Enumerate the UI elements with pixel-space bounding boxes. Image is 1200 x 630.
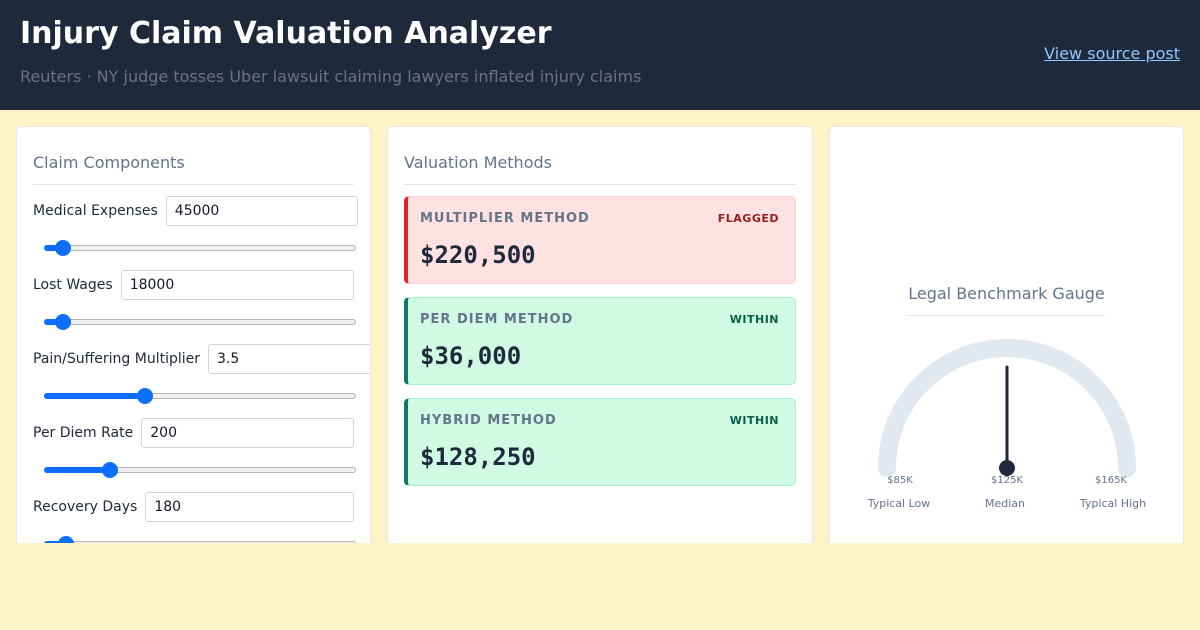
slider-thumb[interactable]: [54, 314, 71, 330]
slider-track: [44, 245, 356, 251]
gauge-tick-median-value: $125K: [991, 475, 1023, 486]
slider-thumb[interactable]: [57, 536, 74, 543]
method-value: $220,500: [420, 241, 536, 269]
per-diem-method-card: PER DIEM METHOD WITHIN $36,000: [404, 297, 796, 385]
method-value: $128,250: [420, 443, 536, 471]
pain-suffering-slider[interactable]: [44, 388, 356, 404]
recovery-days-row: Recovery Days: [33, 492, 354, 522]
per-diem-rate-label: Per Diem Rate: [33, 425, 134, 441]
slider-thumb[interactable]: [54, 240, 71, 256]
method-name: HYBRID METHOD: [420, 413, 557, 428]
lost-wages-input[interactable]: [120, 270, 354, 300]
medical-expenses-slider[interactable]: [44, 240, 356, 256]
app-subtitle: Reuters · NY judge tosses Uber lawsuit c…: [20, 67, 642, 86]
claim-components-title: Claim Components: [33, 153, 354, 185]
hybrid-method-card: HYBRID METHOD WITHIN $128,250: [404, 398, 796, 486]
app-title: Injury Claim Valuation Analyzer: [20, 16, 552, 51]
per-diem-rate-slider[interactable]: [44, 462, 356, 478]
method-value: $36,000: [420, 342, 522, 370]
status-badge: FLAGGED: [717, 212, 779, 225]
per-diem-rate-row: Per Diem Rate: [33, 418, 354, 448]
recovery-days-input[interactable]: [145, 492, 354, 522]
gauge-tick-median-label: Median: [985, 497, 1025, 510]
valuation-methods-title: Valuation Methods: [404, 153, 796, 185]
status-badge: WITHIN: [729, 414, 779, 427]
slider-thumb[interactable]: [101, 462, 118, 478]
multiplier-method-card: MULTIPLIER METHOD FLAGGED $220,500: [404, 196, 796, 284]
method-name: PER DIEM METHOD: [420, 312, 574, 327]
slider-thumb[interactable]: [137, 388, 154, 404]
gauge-svg: $85K $125K $165K Typical Low Median Typi…: [867, 339, 1146, 510]
app-header: Injury Claim Valuation Analyzer Reuters …: [0, 0, 1200, 110]
view-source-link[interactable]: View source post: [1044, 44, 1180, 63]
medical-expenses-label: Medical Expenses: [33, 203, 158, 219]
lost-wages-label: Lost Wages: [33, 277, 113, 293]
gauge-hub: [999, 460, 1015, 476]
gauge-tick-low-label: Typical Low: [867, 497, 931, 510]
medical-expenses-row: Medical Expenses: [33, 196, 358, 226]
slider-track: [44, 541, 356, 543]
status-badge: WITHIN: [729, 313, 779, 326]
medical-expenses-input[interactable]: [165, 196, 358, 226]
gauge-tick-high-label: Typical High: [1079, 497, 1146, 510]
recovery-days-label: Recovery Days: [33, 499, 138, 515]
lost-wages-slider[interactable]: [44, 314, 356, 330]
gauge-tick-low-value: $85K: [887, 475, 913, 486]
method-name: MULTIPLIER METHOD: [420, 211, 590, 226]
gauge-tick-high-value: $165K: [1095, 475, 1127, 486]
benchmark-gauge-panel: Legal Benchmark Gauge $85K $125K $165K T…: [829, 126, 1184, 543]
pain-suffering-row: Pain/Suffering Multiplier: [33, 344, 370, 374]
slider-fill: [44, 393, 146, 399]
slider-track: [44, 319, 356, 325]
slider-fill: [44, 467, 110, 473]
recovery-days-slider[interactable]: [44, 536, 356, 543]
claim-components-panel: Claim Components Medical Expenses Lost W…: [16, 126, 371, 543]
pain-suffering-input[interactable]: [208, 344, 370, 374]
pain-suffering-label: Pain/Suffering Multiplier: [33, 351, 201, 367]
valuation-methods-panel: Valuation Methods MULTIPLIER METHOD FLAG…: [387, 126, 813, 543]
per-diem-rate-input[interactable]: [141, 418, 354, 448]
lost-wages-row: Lost Wages: [33, 270, 354, 300]
